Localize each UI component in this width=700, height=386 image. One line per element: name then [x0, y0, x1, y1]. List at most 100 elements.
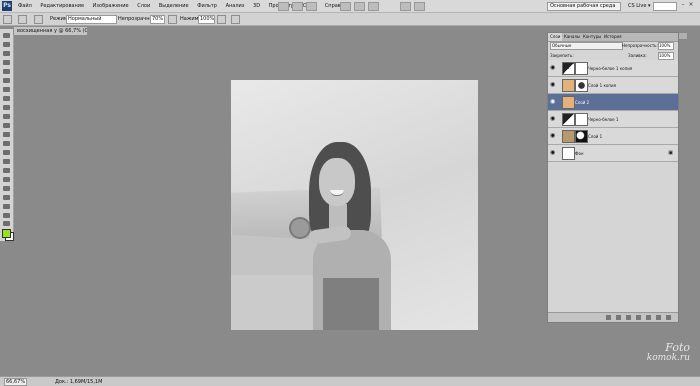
visibility-eye-icon[interactable]: ◉: [550, 98, 557, 105]
bridge-icon[interactable]: [278, 2, 289, 11]
layers-list: ◉ Черно-белое 1 копия ◉ Слой 1 копия ◉ С…: [548, 60, 678, 162]
screen-mode-icon[interactable]: [414, 2, 425, 11]
eyedropper-tool-icon[interactable]: [3, 78, 10, 83]
tab-channels[interactable]: Каналы: [562, 33, 582, 41]
zoom-tool-icon[interactable]: [3, 221, 10, 226]
layer-name: Слой 2: [575, 100, 590, 105]
cs-live-button[interactable]: CS Live ▾: [628, 3, 651, 9]
visibility-eye-icon[interactable]: ◉: [550, 81, 557, 88]
menu-select[interactable]: Выделение: [159, 3, 189, 9]
layer-row[interactable]: ◉ Слой 1 копия: [548, 77, 678, 94]
layer-name: Черно-белое 1: [588, 117, 619, 122]
visibility-eye-icon[interactable]: ◉: [550, 115, 557, 122]
dodge-tool-icon[interactable]: [3, 150, 10, 155]
blend-mode-select[interactable]: Обычные: [550, 42, 623, 50]
shape-tool-icon[interactable]: [3, 186, 10, 191]
document-tab[interactable]: восхищенная у @ 66,7% (Слой 2, RGB/8)*: [13, 26, 88, 35]
layers-panel: Слои Каналы Контуры История Обычные Непр…: [547, 32, 679, 323]
crop-tool-icon[interactable]: [3, 69, 10, 74]
close-icon[interactable]: ×: [688, 2, 694, 8]
layer-opacity-field[interactable]: 100%: [658, 42, 674, 50]
watermark: Foto komok.ru: [630, 342, 690, 372]
menu-file[interactable]: Файл: [18, 3, 32, 9]
view-extras-icon[interactable]: [306, 2, 317, 11]
lasso-tool-icon[interactable]: [3, 51, 10, 56]
wheel-hub: [289, 217, 311, 239]
minimize-icon[interactable]: –: [680, 2, 686, 8]
tab-paths[interactable]: Контуры: [581, 33, 603, 41]
pressure-opacity-icon[interactable]: [168, 15, 177, 24]
pen-tool-icon[interactable]: [3, 159, 10, 164]
layer-name: Фон: [575, 151, 584, 156]
fill-field[interactable]: 100%: [658, 52, 674, 60]
brush-size-icon[interactable]: [18, 15, 27, 24]
zoom-tool-icon[interactable]: [354, 2, 365, 11]
pressure-size-icon[interactable]: [231, 15, 240, 24]
document-size: Док.: 1,69M/15,1M: [55, 379, 103, 385]
tab-history[interactable]: История: [602, 33, 624, 41]
mini-bridge-icon[interactable]: [292, 2, 303, 11]
app-logo: Ps: [2, 1, 12, 11]
foreground-color-swatch[interactable]: [2, 229, 11, 238]
menu-bar: Ps Файл Редактирование Изображение Слои …: [0, 0, 700, 13]
brush-preset-icon[interactable]: [3, 15, 12, 24]
link-layers-icon[interactable]: [606, 315, 611, 320]
search-input[interactable]: [653, 2, 677, 11]
tab-layers[interactable]: Слои: [548, 33, 563, 41]
opacity-field[interactable]: 70%: [150, 15, 165, 24]
menu-filter[interactable]: Фильтр: [197, 3, 217, 9]
layer-row[interactable]: ◉ Слой 2: [548, 94, 678, 111]
3d-camera-tool-icon[interactable]: [3, 204, 10, 209]
eraser-tool-icon[interactable]: [3, 123, 10, 128]
gradient-tool-icon[interactable]: [3, 132, 10, 137]
quick-select-tool-icon[interactable]: [3, 60, 10, 65]
flow-field[interactable]: 100%: [198, 15, 215, 24]
visibility-eye-icon[interactable]: ◉: [550, 149, 557, 156]
arrange-documents-icon[interactable]: [400, 2, 411, 11]
marquee-tool-icon[interactable]: [3, 42, 10, 47]
move-tool-icon[interactable]: [3, 33, 10, 38]
brush-tool-icon[interactable]: [3, 96, 10, 101]
menu-layers[interactable]: Слои: [137, 3, 150, 9]
menu-analysis[interactable]: Анализ: [226, 3, 245, 9]
watermark-line-1: Foto: [665, 341, 690, 354]
3d-rotate-tool-icon[interactable]: [3, 195, 10, 200]
airbrush-icon[interactable]: [217, 15, 226, 24]
clone-stamp-tool-icon[interactable]: [3, 105, 10, 110]
tools-panel: [0, 29, 14, 241]
panel-collapse-button[interactable]: [678, 32, 688, 40]
hand-tool-icon[interactable]: [3, 213, 10, 218]
healing-brush-tool-icon[interactable]: [3, 87, 10, 92]
trash-icon[interactable]: [666, 315, 671, 320]
layer-row[interactable]: ◉ Слой 1: [548, 128, 678, 145]
mode-select[interactable]: Нормальный: [66, 15, 117, 24]
document-canvas[interactable]: [231, 80, 478, 330]
lock-label: Закрепить:: [550, 53, 574, 58]
menu-3d[interactable]: 3D: [253, 3, 260, 9]
rotate-view-icon[interactable]: [368, 2, 379, 11]
lock-icon: ▣: [668, 150, 673, 156]
layer-row[interactable]: ◉ Черно-белое 1 копия: [548, 60, 678, 77]
menu-image[interactable]: Изображение: [93, 3, 129, 9]
layer-row[interactable]: ◉ Фон ▣: [548, 145, 678, 162]
hand-tool-icon[interactable]: [340, 2, 351, 11]
new-group-icon[interactable]: [646, 315, 651, 320]
visibility-eye-icon[interactable]: ◉: [550, 132, 557, 139]
path-selection-tool-icon[interactable]: [3, 177, 10, 182]
layer-style-icon[interactable]: [616, 315, 621, 320]
visibility-eye-icon[interactable]: ◉: [550, 64, 557, 71]
layer-opacity-label: Непрозрачность:: [622, 43, 658, 48]
adjustment-layer-icon[interactable]: [636, 315, 641, 320]
blur-tool-icon[interactable]: [3, 141, 10, 146]
main-menu: Файл Редактирование Изображение Слои Выд…: [18, 3, 354, 9]
type-tool-icon[interactable]: [3, 168, 10, 173]
menu-edit[interactable]: Редактирование: [40, 3, 84, 9]
add-mask-icon[interactable]: [626, 315, 631, 320]
toggle-brush-panel-icon[interactable]: [34, 15, 43, 24]
history-brush-tool-icon[interactable]: [3, 114, 10, 119]
workspace-switcher[interactable]: Основная рабочая среда: [547, 2, 621, 11]
layer-row[interactable]: ◉ Черно-белое 1: [548, 111, 678, 128]
layer-thumbnail: [562, 130, 575, 143]
layer-thumbnail: [562, 96, 575, 109]
new-layer-icon[interactable]: [656, 315, 661, 320]
